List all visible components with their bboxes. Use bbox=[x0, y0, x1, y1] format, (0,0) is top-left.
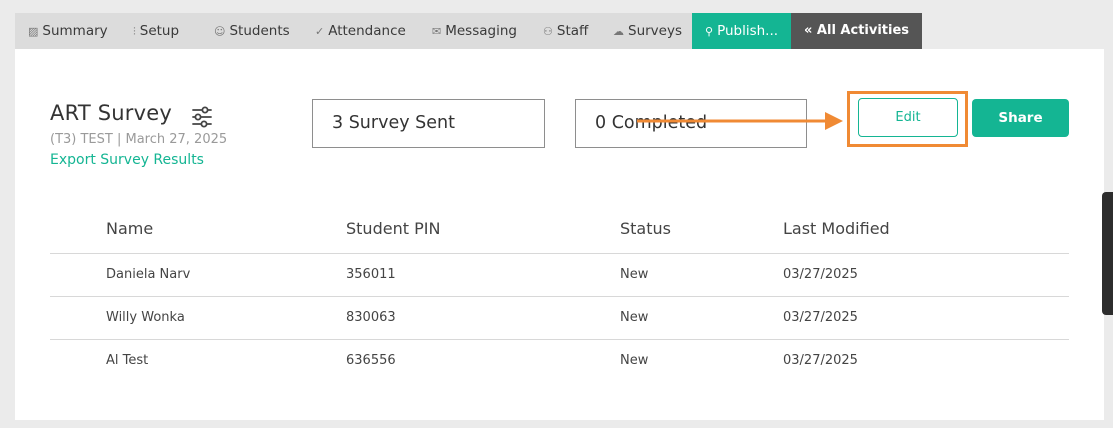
cell-status: New bbox=[620, 310, 649, 325]
cell-name: Al Test bbox=[106, 353, 149, 368]
top-tab-bar: ▨ Summary ⫶ Setup ☺ Students ✓ Attendance ✉ M… bbox=[15, 13, 1104, 49]
column-header-name: Name bbox=[106, 219, 154, 238]
users-icon: ⚇ bbox=[543, 25, 553, 38]
cloud-icon: ☁ bbox=[613, 25, 624, 38]
tab-label: Attendance bbox=[328, 23, 406, 39]
tab-attendance[interactable]: ✓ Attendance bbox=[315, 13, 406, 49]
chart-icon: ▨ bbox=[28, 25, 39, 38]
all-activities-button[interactable]: « All Activities bbox=[791, 13, 923, 49]
tab-label: Surveys bbox=[628, 23, 682, 39]
tab-label: Publish... bbox=[717, 23, 779, 39]
edit-button[interactable]: Edit bbox=[858, 98, 958, 137]
cell-last-modified: 03/27/2025 bbox=[783, 310, 858, 325]
table-row[interactable]: Al Test 636556 New 03/27/2025 bbox=[50, 339, 1069, 383]
link-icon: ⚲ bbox=[705, 25, 714, 38]
annotation-arrow-icon bbox=[637, 112, 843, 130]
cell-last-modified: 03/27/2025 bbox=[783, 267, 858, 282]
cell-last-modified: 03/27/2025 bbox=[783, 353, 858, 368]
tab-summary[interactable]: ▨ Summary bbox=[28, 13, 108, 49]
table-row[interactable]: Willy Wonka 830063 New 03/27/2025 bbox=[50, 296, 1069, 340]
check-icon: ✓ bbox=[315, 25, 325, 38]
export-results-link[interactable]: Export Survey Results bbox=[50, 152, 204, 168]
cell-status: New bbox=[620, 353, 649, 368]
tab-label: Summary bbox=[42, 23, 108, 39]
user-icon: ☺ bbox=[214, 25, 226, 38]
side-panel-handle[interactable] bbox=[1102, 192, 1113, 315]
tab-label: Staff bbox=[556, 23, 589, 39]
cell-status: New bbox=[620, 267, 649, 282]
tab-surveys[interactable]: ☁ Surveys bbox=[613, 13, 682, 49]
cell-pin: 636556 bbox=[346, 353, 396, 368]
surveys-sent-box: 3 Survey Sent bbox=[312, 99, 545, 148]
cell-name: Willy Wonka bbox=[106, 310, 185, 325]
sliders-icon: ⫶ bbox=[133, 25, 136, 38]
tab-publish[interactable]: ⚲ Publish... bbox=[692, 13, 792, 49]
column-header-pin: Student PIN bbox=[346, 219, 441, 238]
cell-pin: 830063 bbox=[346, 310, 396, 325]
table-row[interactable]: Daniela Narv 356011 New 03/27/2025 bbox=[50, 253, 1069, 297]
column-header-status: Status bbox=[620, 219, 671, 238]
survey-header: ART Survey bbox=[50, 101, 212, 128]
tab-label: Students bbox=[229, 23, 290, 39]
survey-panel: ART Survey (T3) TEST | March 27, 2025 Ex… bbox=[15, 49, 1104, 420]
share-button[interactable]: Share bbox=[972, 99, 1069, 137]
tab-students[interactable]: ☺ Students bbox=[214, 13, 290, 49]
envelope-icon: ✉ bbox=[432, 25, 442, 38]
tab-setup[interactable]: ⫶ Setup bbox=[133, 13, 179, 49]
tab-staff[interactable]: ⚇ Staff bbox=[543, 13, 588, 49]
tab-messaging[interactable]: ✉ Messaging bbox=[432, 13, 517, 49]
cell-name: Daniela Narv bbox=[106, 267, 191, 282]
tab-label: « All Activities bbox=[804, 23, 910, 38]
page-title: ART Survey bbox=[50, 101, 172, 125]
tab-label: Messaging bbox=[445, 23, 517, 39]
cell-pin: 356011 bbox=[346, 267, 396, 282]
survey-subtitle: (T3) TEST | March 27, 2025 bbox=[50, 132, 228, 147]
column-header-last-modified: Last Modified bbox=[783, 219, 890, 238]
tab-label: Setup bbox=[139, 23, 180, 39]
settings-sliders-icon[interactable] bbox=[191, 106, 213, 128]
